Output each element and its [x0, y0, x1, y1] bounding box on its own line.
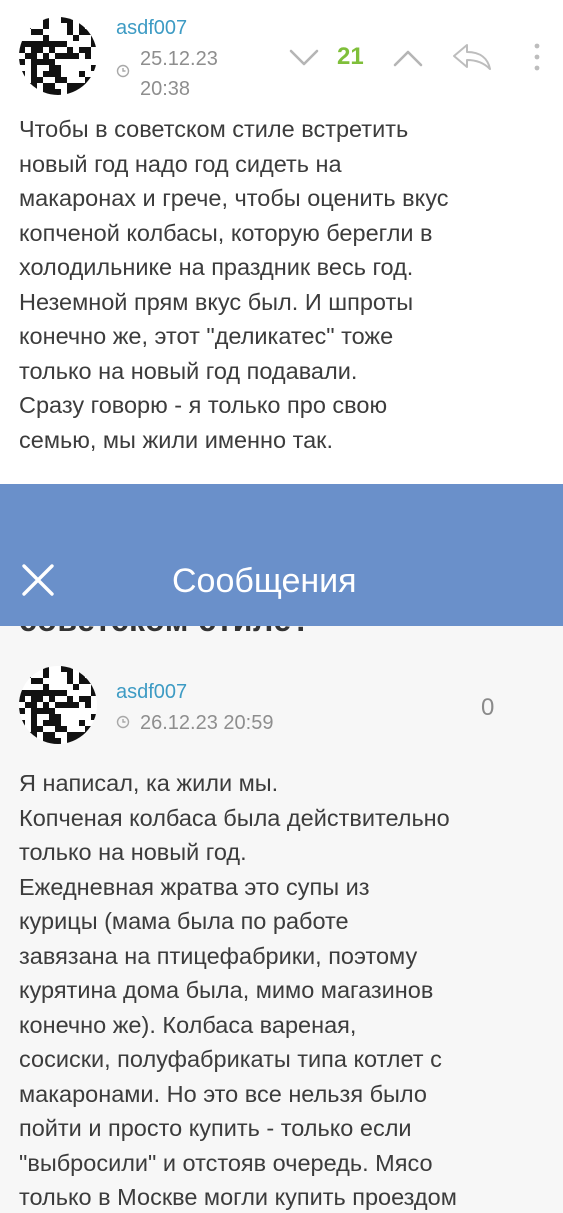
comment-score: 21: [337, 43, 364, 70]
more-vertical-icon[interactable]: [532, 42, 542, 72]
comment-date: 25.12.23: [140, 48, 218, 70]
username[interactable]: asdf007: [116, 17, 187, 40]
comment-score: 0: [481, 694, 495, 721]
comment-date: 26.12.23 20:59: [140, 712, 274, 734]
avatar[interactable]: [19, 666, 97, 744]
clock-icon: [116, 64, 130, 78]
avatar[interactable]: [19, 17, 97, 95]
comment-text: Чтобы в советском стиле встретить новый …: [19, 116, 449, 453]
reply-arrow-icon[interactable]: [451, 42, 493, 72]
close-icon[interactable]: [20, 562, 56, 598]
username[interactable]: asdf007: [116, 681, 187, 704]
chevron-down-icon[interactable]: [287, 47, 321, 69]
messages-header: Сообщения: [0, 484, 563, 626]
comment-time: 20:38: [140, 78, 191, 100]
clock-icon: [116, 715, 130, 729]
chevron-up-icon[interactable]: [391, 47, 425, 69]
header-title: Сообщения: [172, 562, 357, 600]
comment-text: Я написал, ка жили мы. Копченая колбаса …: [19, 770, 457, 1210]
